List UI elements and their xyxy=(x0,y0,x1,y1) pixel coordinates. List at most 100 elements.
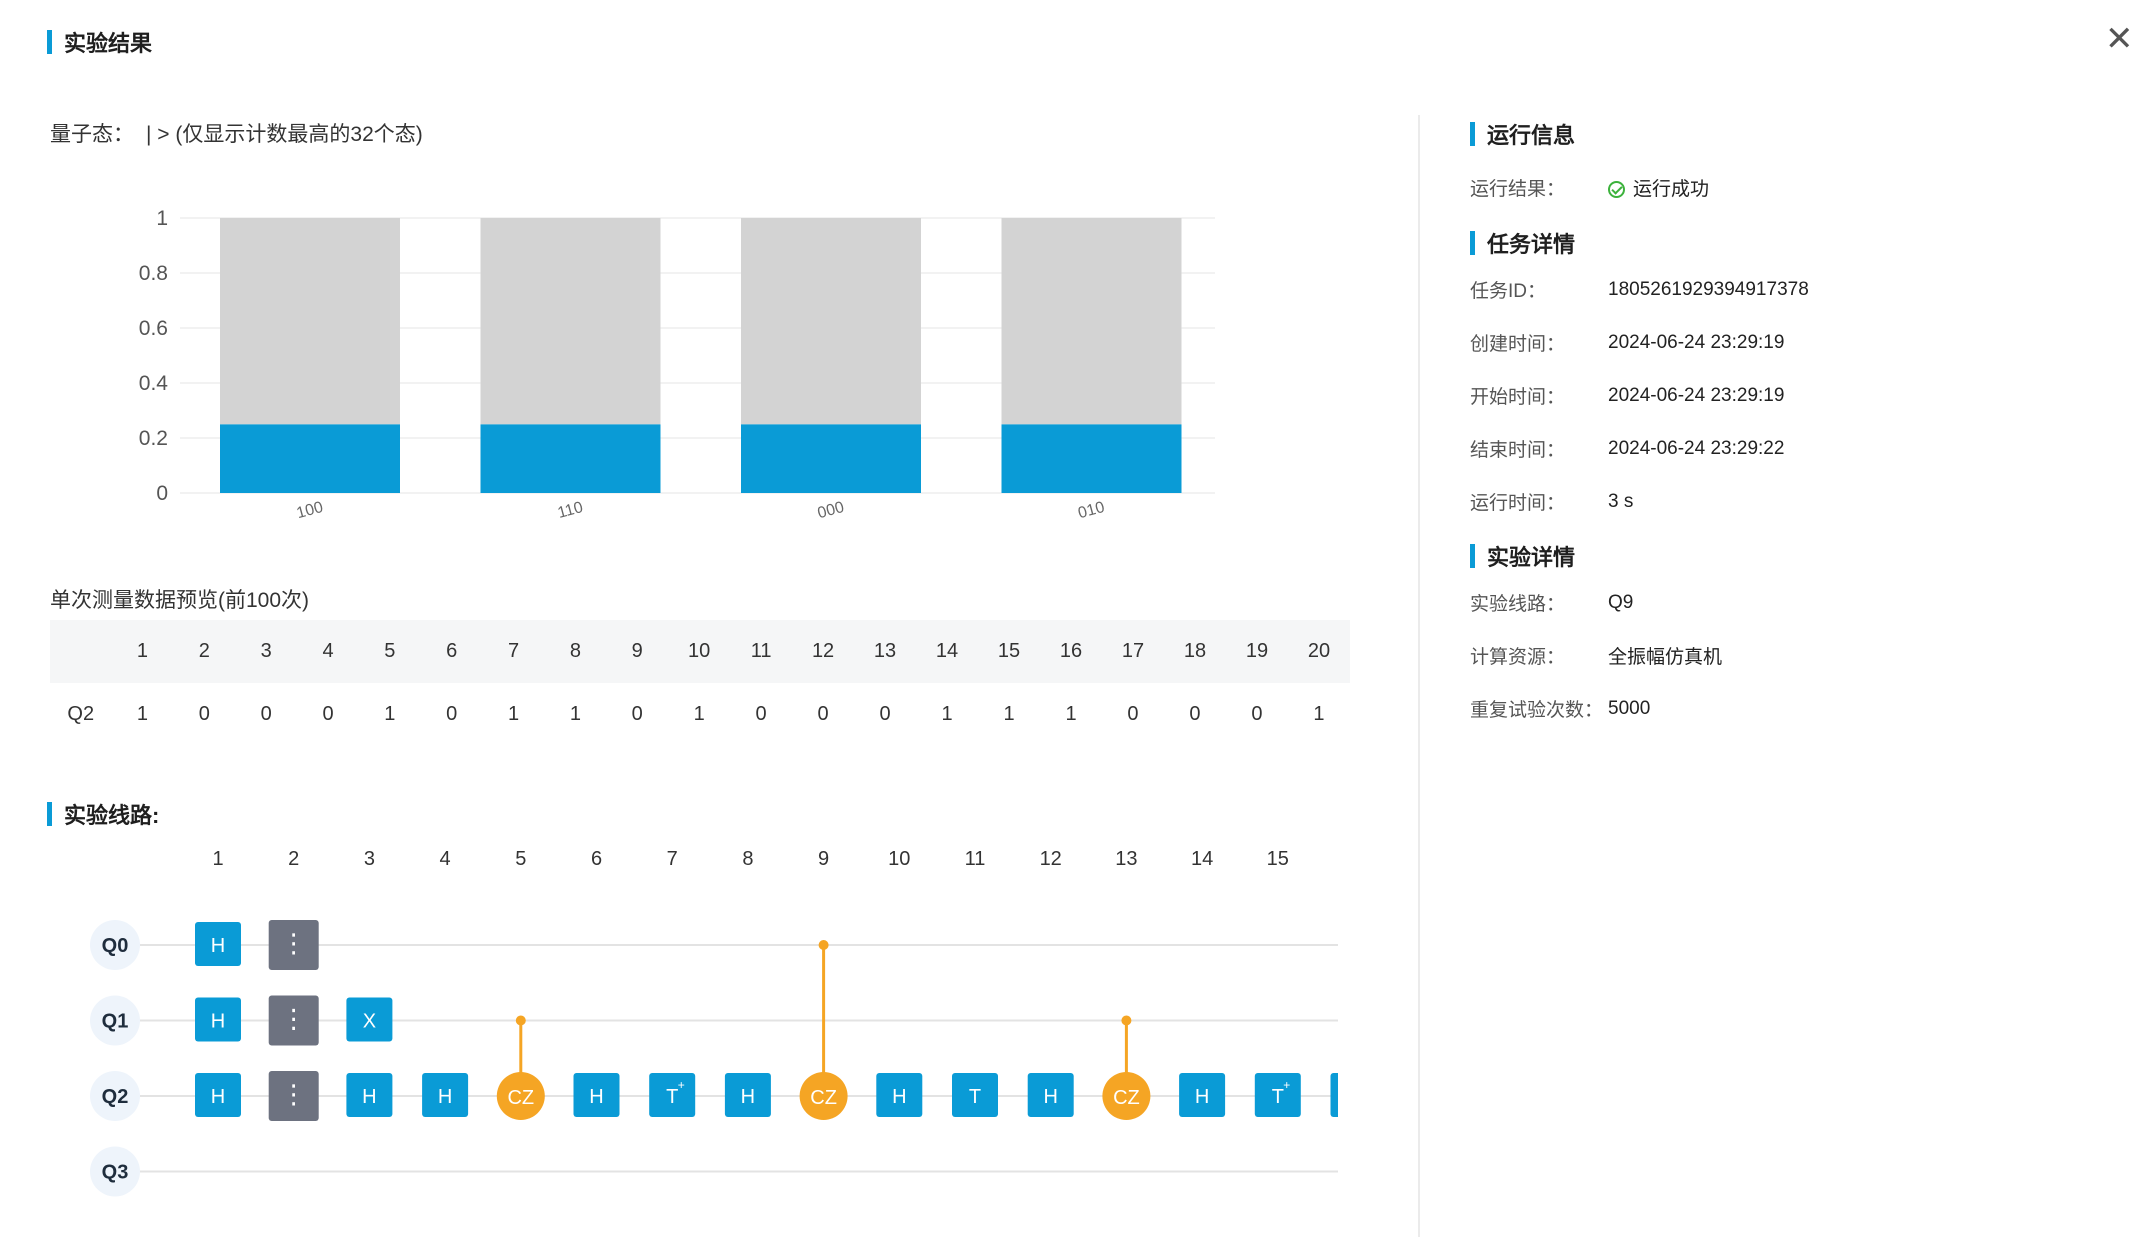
circuit-column-number: 9 xyxy=(818,848,829,870)
task-detail-value: 2024-06-24 23:29:19 xyxy=(1608,331,1785,353)
qubit-label: Q0 xyxy=(102,935,129,957)
measurement-preview-title: 单次测量数据预览(前100次) xyxy=(50,589,310,612)
measurement-cell: 0 xyxy=(260,703,272,725)
gate-label: T xyxy=(666,1086,678,1108)
gate-superscript: + xyxy=(678,1078,685,1092)
measurement-column-header: 12 xyxy=(792,620,855,683)
task-detail-label: 运行时间： xyxy=(1470,493,1566,514)
chart-bar-segment xyxy=(741,218,921,425)
measurement-column-header: 16 xyxy=(1040,620,1102,683)
measurement-column-header: 18 xyxy=(1163,620,1226,683)
experiment-details-title-text: 实验详情 xyxy=(1487,545,1576,570)
close-icon[interactable]: ✕ xyxy=(2105,22,2134,56)
x-tick-label: 010 xyxy=(1076,499,1106,522)
gate-label: H xyxy=(741,1086,755,1108)
x-tick-label: 100 xyxy=(295,499,325,522)
gate-superscript: + xyxy=(1283,1078,1290,1092)
gate-label: H xyxy=(211,1011,225,1033)
experiment-detail-value: 全振幅仿真机 xyxy=(1608,647,1723,668)
circuit-column-number: 4 xyxy=(440,848,451,870)
task-detail-row: 结束时间： 2024-06-24 23:29:22 xyxy=(1470,422,2110,475)
quantum-gate[interactable] xyxy=(1330,1073,1341,1117)
gate-label: H xyxy=(362,1086,376,1108)
title-accent-bar xyxy=(1470,122,1475,146)
circuit-column-number: 14 xyxy=(1191,848,1213,870)
measurement-cell: 1 xyxy=(507,703,520,725)
chart-bar-segment xyxy=(220,218,400,425)
quantum-state-note: (仅显示计数最高的32个态) xyxy=(175,123,423,146)
measurement-cell: 0 xyxy=(1251,703,1263,725)
measurement-cell: 0 xyxy=(879,703,891,725)
chart-bar-segment xyxy=(480,218,661,425)
measurement-table: 1 2 3 4 5 6 7 8 9 10 11 12 13 14 15 16 17 18 19 20 Q2 10001… xyxy=(50,620,1350,746)
experiment-detail-label: 实验线路： xyxy=(1470,594,1566,615)
gate-label: H xyxy=(589,1086,603,1108)
task-detail-value: 2024-06-24 23:29:22 xyxy=(1608,437,1785,459)
experiment-details-list: 实验线路： Q9 计算资源： 全振幅仿真机重复试验次数： 5000 xyxy=(1470,576,2110,735)
task-detail-row: 任务ID： 1805261929394917378 xyxy=(1470,263,2110,316)
measurement-cell: 1 xyxy=(693,703,705,725)
gate-label: H xyxy=(1043,1086,1057,1108)
y-tick-label: 1 xyxy=(156,207,168,230)
circuit-diagram: 1 2 3 4 5 6 7 8 9 10 11 12 13 14 15Q0Q1Q2Q3HHH⋮⋮⋮XH H CZ… xyxy=(90,848,1341,1197)
quantum-state-ket: | > xyxy=(146,123,170,146)
task-detail-label: 结束时间： xyxy=(1470,440,1566,461)
circuit-column-number: 7 xyxy=(667,848,678,870)
gate-label: H xyxy=(892,1086,906,1108)
title-accent-bar xyxy=(47,30,52,54)
task-details-title-text: 任务详情 xyxy=(1487,232,1576,257)
barrier-icon: ⋮ xyxy=(281,1004,307,1034)
cz-gate-label: CZ xyxy=(507,1087,534,1109)
experiment-detail-row: 实验线路： Q9 xyxy=(1470,576,2110,629)
circuit-body: Q0Q1Q2Q3HHH⋮⋮⋮XH H CZ H T+H CZ H T H CZ H T+ xyxy=(90,920,1341,1197)
measurement-column-header: 6 xyxy=(420,620,483,683)
measurement-column-header: 10 xyxy=(668,620,731,683)
gate-label: H xyxy=(211,1086,225,1108)
gate-label: H xyxy=(438,1086,452,1108)
measurement-corner-cell xyxy=(50,620,112,683)
qubit-label: Q1 xyxy=(102,1011,129,1033)
measurement-column-header: 15 xyxy=(978,620,1041,683)
experiment-detail-label: 计算资源： xyxy=(1470,647,1566,668)
chart-bar-segment xyxy=(741,424,921,493)
y-tick-label: 0 xyxy=(156,482,168,505)
measurement-column-header: 3 xyxy=(235,620,298,683)
run-result-text: 运行成功 xyxy=(1633,179,1710,200)
dialog-title: 实验结果 xyxy=(47,26,152,58)
chart-bar-segment xyxy=(1001,424,1182,493)
chart-bar-segment xyxy=(1001,218,1182,425)
measurement-column-header: 13 xyxy=(854,620,917,683)
experiment-details-title: 实验详情 xyxy=(1470,540,2110,572)
gate-label: T xyxy=(969,1086,981,1108)
y-tick-label: 0.4 xyxy=(139,372,169,395)
y-tick-label: 0.8 xyxy=(139,262,168,285)
experiment-detail-label: 重复试验次数： xyxy=(1470,700,1604,721)
task-detail-row: 开始时间： 2024-06-24 23:29:19 xyxy=(1470,369,2110,422)
title-accent-bar xyxy=(1470,544,1475,568)
measurement-column-header: 5 xyxy=(358,620,421,683)
measurement-cell: 0 xyxy=(198,703,210,725)
experiment-detail-row: 重复试验次数： 5000 xyxy=(1470,682,2110,735)
cz-control-dot xyxy=(818,940,829,950)
circuit-column-number: 5 xyxy=(515,848,526,870)
task-details-list: 任务ID： 1805261929394917378 创建时间： 2024-06-24 … xyxy=(1470,263,2110,528)
run-result-row: 运行结果： 运行成功 xyxy=(1470,174,2110,201)
circuit-column-number: 10 xyxy=(888,848,910,870)
task-details-title: 任务详情 xyxy=(1470,227,2110,259)
title-accent-bar xyxy=(1470,231,1475,255)
chart-bar-segment xyxy=(220,424,400,493)
task-detail-value: 3 s xyxy=(1608,490,1634,512)
measurement-column-header: 11 xyxy=(730,620,793,683)
gate-label: T xyxy=(1272,1086,1284,1108)
cz-gate-label: CZ xyxy=(810,1087,837,1109)
task-detail-label: 任务ID： xyxy=(1470,281,1547,302)
measurement-column-header: 4 xyxy=(297,620,359,683)
circuit-column-number: 15 xyxy=(1267,848,1289,870)
title-accent-bar xyxy=(47,802,52,826)
measurement-column-header: 1 xyxy=(111,620,174,683)
run-info-title: 运行信息 xyxy=(1470,118,2110,150)
cz-gate-label: CZ xyxy=(1113,1087,1140,1109)
gate-label: X xyxy=(363,1011,376,1033)
measurement-column-header: 2 xyxy=(173,620,236,683)
measurement-column-header: 20 xyxy=(1287,620,1350,683)
